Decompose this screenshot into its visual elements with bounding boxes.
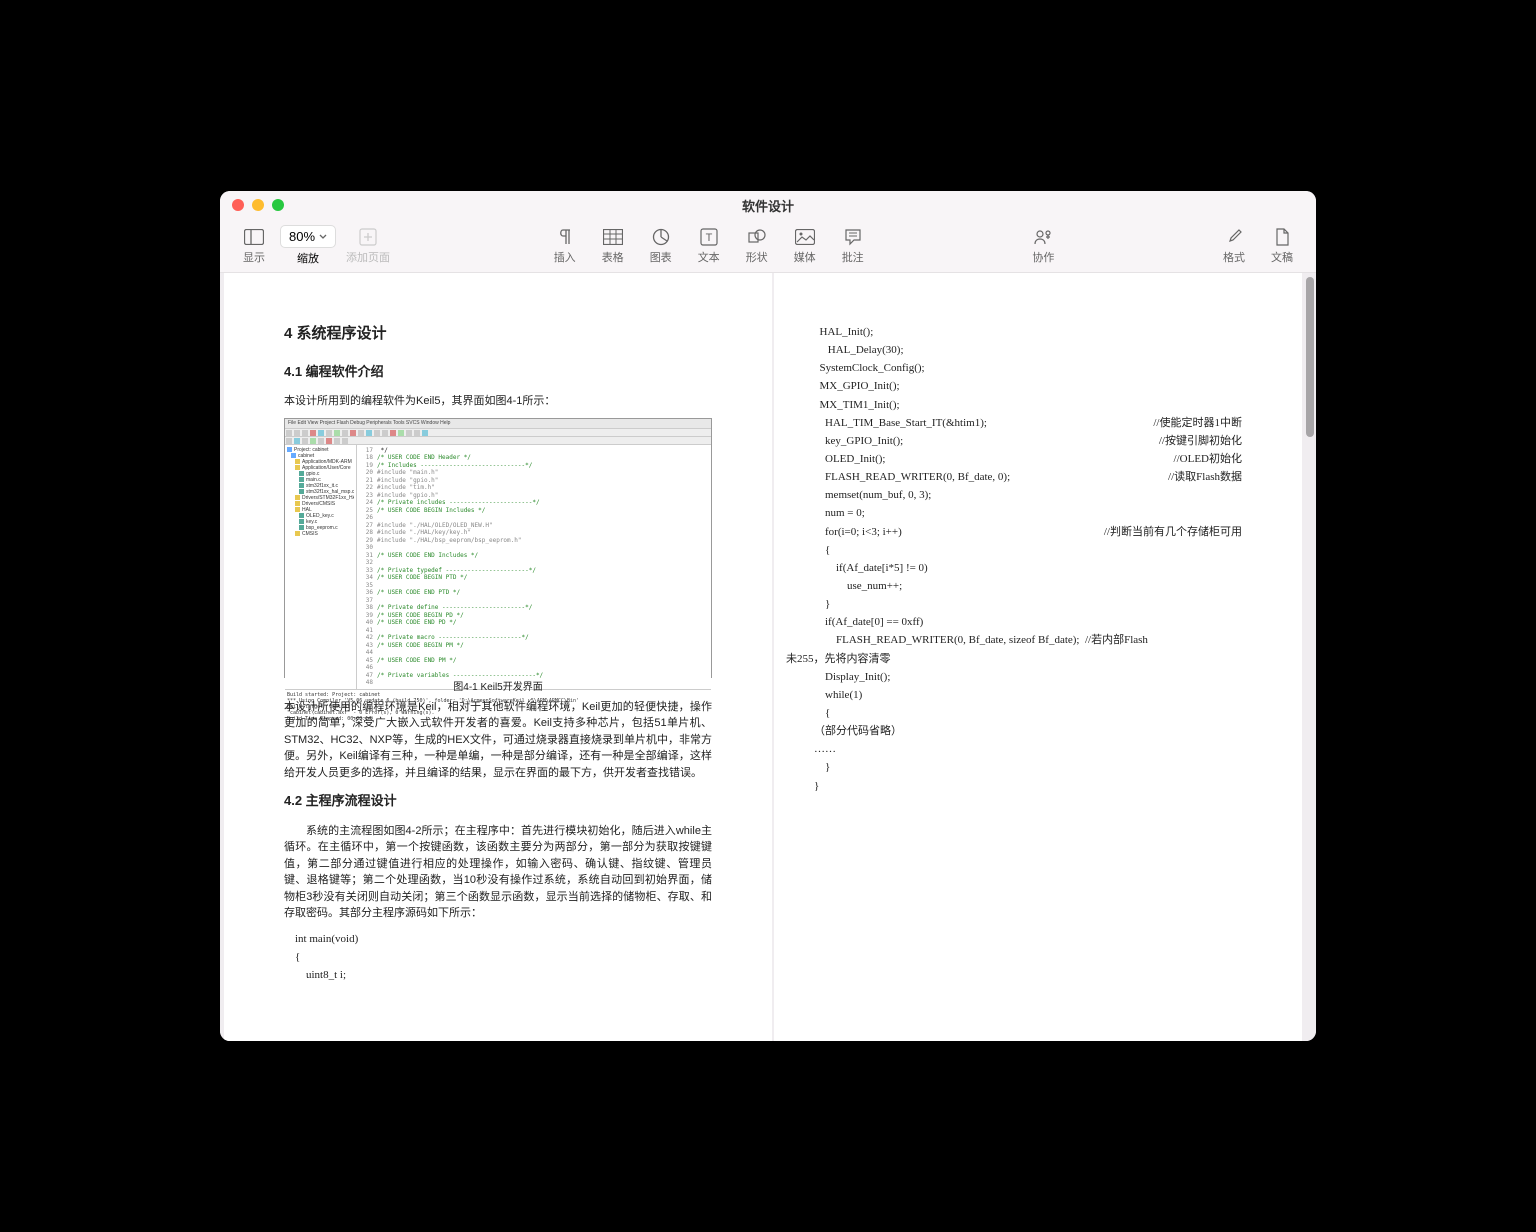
keil-toolbar: [285, 429, 711, 437]
table-button[interactable]: 表格: [591, 225, 635, 267]
plus-box-icon: [358, 227, 378, 247]
toolbar: 显示 80% 缩放 添加页面 插入 表格: [220, 219, 1316, 273]
media-icon: [795, 227, 815, 247]
pages-container: 4 系统程序设计 4.1 编程软件介绍 本设计所用到的编程软件为Keil5，其界…: [220, 273, 1316, 1041]
zoom-value: 80%: [289, 229, 315, 244]
paragraph: 本设计所用到的编程软件为Keil5，其界面如图4-1所示：: [284, 393, 712, 410]
section-heading: 4 系统程序设计: [284, 323, 712, 346]
text-button[interactable]: T 文本: [687, 225, 731, 267]
view-button[interactable]: 显示: [232, 225, 276, 267]
collab-icon: [1033, 227, 1053, 247]
format-button[interactable]: 格式: [1212, 225, 1256, 267]
subsection-heading: 4.2 主程序流程设计: [284, 791, 712, 811]
comment-icon: [843, 227, 863, 247]
keil-project-tree: Project: cabinetcabinetApplication/MDK-A…: [285, 445, 357, 689]
keil-code-editor: 17 */18/* USER CODE END Header */19/* In…: [357, 445, 711, 689]
minimize-icon[interactable]: [252, 199, 264, 211]
scrollbar-thumb[interactable]: [1306, 277, 1314, 437]
paragraph: 系统的主流程图如图4-2所示；在主程序中：首先进行模块初始化，随后进入while…: [284, 823, 712, 922]
app-window: 软件设计 显示 80% 缩放 添加页面 插入: [220, 191, 1316, 1041]
maximize-icon[interactable]: [272, 199, 284, 211]
subsection-heading: 4.1 编程软件介绍: [284, 362, 712, 382]
chart-icon: [651, 227, 671, 247]
collab-button[interactable]: 协作: [1021, 225, 1065, 267]
window-title: 软件设计: [742, 196, 794, 215]
traffic-lights: [232, 199, 284, 211]
close-icon[interactable]: [232, 199, 244, 211]
keil-toolbar-2: [285, 437, 711, 445]
chart-button[interactable]: 图表: [639, 225, 683, 267]
paragraph: 本设计所使用的编程环境是Keil，相对于其他软件编程环境，Keil更加的轻便快捷…: [284, 699, 712, 782]
titlebar: 软件设计: [220, 191, 1316, 219]
table-icon: [603, 227, 623, 247]
sidebar-icon: [244, 227, 264, 247]
media-button[interactable]: 媒体: [783, 225, 827, 267]
add-page-button[interactable]: 添加页面: [340, 225, 396, 267]
shape-icon: [747, 227, 767, 247]
page-left: 4 系统程序设计 4.1 编程软件介绍 本设计所用到的编程软件为Keil5，其界…: [224, 273, 772, 1041]
document-area[interactable]: 4 系统程序设计 4.1 编程软件介绍 本设计所用到的编程软件为Keil5，其界…: [220, 273, 1316, 1041]
shape-button[interactable]: 形状: [735, 225, 779, 267]
document-button[interactable]: 文稿: [1260, 225, 1304, 267]
code-block-left: int main(void) { uint8_t i;: [284, 930, 712, 984]
chevron-down-icon: [319, 234, 327, 240]
keil-menubar: File Edit View Project Flash Debug Perip…: [285, 419, 711, 429]
scrollbar[interactable]: [1306, 277, 1314, 1037]
zoom-label: 缩放: [297, 250, 319, 266]
pilcrow-icon: [555, 227, 575, 247]
code-block-right: HAL_Init(); HAL_Delay(30); SystemClock_C…: [814, 323, 1242, 795]
text-icon: T: [699, 227, 719, 247]
comment-button[interactable]: 批注: [831, 225, 875, 267]
svg-text:T: T: [705, 232, 712, 244]
page-right: HAL_Init(); HAL_Delay(30); SystemClock_C…: [774, 273, 1302, 1041]
document-icon: [1272, 227, 1292, 247]
zoom-select[interactable]: 80%: [280, 225, 336, 248]
keil-screenshot: File Edit View Project Flash Debug Perip…: [284, 418, 712, 678]
insert-button[interactable]: 插入: [543, 225, 587, 267]
brush-icon: [1224, 227, 1244, 247]
